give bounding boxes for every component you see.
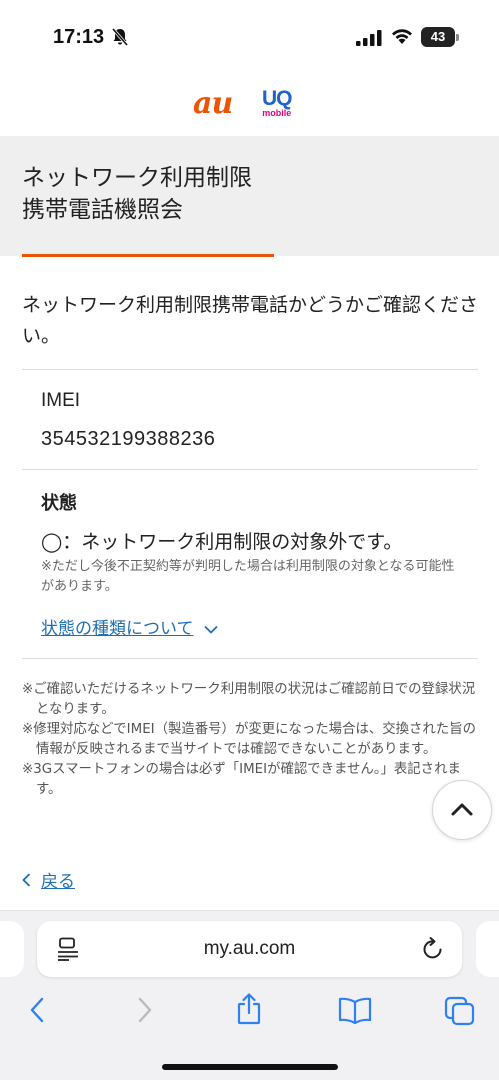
- note-item: ※ご確認いただけるネットワーク利用制限の状況はご確認前日での登録状況となります。: [22, 682, 476, 717]
- note-item: ※3Gスマートフォンの場合は必ず「IMEIが確認できません。」表記されます。: [22, 762, 461, 797]
- title-accent-underline: [22, 254, 274, 257]
- page-title-line1: ネットワーク利用制限: [22, 165, 252, 191]
- battery-icon: 43: [421, 27, 459, 47]
- chevron-down-icon: [203, 619, 218, 639]
- imei-label: IMEI: [41, 390, 81, 411]
- chevron-left-icon: [22, 872, 31, 892]
- bookmarks-icon[interactable]: [338, 996, 372, 1028]
- signal-icon: [356, 30, 382, 50]
- uq-logo-text: UQ: [262, 87, 292, 110]
- status-note: ※ただし今後不正契約等が判明した場合は利用制限の対象となる可能性があります。: [41, 559, 455, 594]
- back-icon[interactable]: [28, 996, 46, 1028]
- status-types-link-label: 状態の種類について: [41, 619, 194, 639]
- url-text: my.au.com: [203, 938, 296, 959]
- next-tab-edge[interactable]: [476, 921, 499, 977]
- share-icon[interactable]: [235, 993, 263, 1029]
- note-item: ※修理対応などでIMEI（製造番号）が変更になった場合は、交換された旨の情報が反…: [22, 722, 476, 757]
- status-label: 状態: [41, 493, 77, 514]
- uq-logo-subtext: mobile: [262, 108, 292, 118]
- au-logo: au: [193, 86, 233, 121]
- previous-tab-edge[interactable]: [0, 921, 24, 977]
- page-title-line2: 携帯電話機照会: [22, 197, 183, 223]
- wifi-icon: [390, 27, 414, 49]
- tabs-icon[interactable]: [444, 996, 476, 1030]
- status-bar: 17:13 43: [0, 0, 499, 72]
- back-link-label: 戻る: [41, 872, 75, 892]
- browser-toolbar: my.au.com: [0, 910, 499, 1080]
- uq-mobile-logo: UQ mobile: [262, 87, 292, 119]
- forward-icon[interactable]: [136, 996, 154, 1028]
- status-time: 17:13: [53, 26, 105, 48]
- bell-slash-icon: [111, 28, 129, 50]
- scroll-to-top-button[interactable]: [432, 780, 492, 840]
- page-title-block: ネットワーク利用制限 携帯電話機照会: [0, 136, 499, 256]
- page-title: ネットワーク利用制限 携帯電話機照会: [22, 162, 252, 226]
- chevron-up-icon: [451, 801, 473, 820]
- home-indicator: [162, 1064, 338, 1070]
- divider: [22, 369, 478, 370]
- status-result: ◯：ネットワーク利用制限の対象外です。: [41, 531, 403, 553]
- reload-icon[interactable]: [422, 936, 444, 964]
- divider: [22, 469, 478, 470]
- imei-value: 354532199388236: [41, 428, 216, 450]
- divider: [22, 658, 478, 659]
- notes-list: ※ご確認いただけるネットワーク利用制限の状況はご確認前日での登録状況となります。…: [22, 680, 478, 800]
- back-link[interactable]: 戻る: [22, 867, 75, 892]
- status-types-link[interactable]: 状態の種類について: [41, 614, 218, 639]
- intro-text: ネットワーク利用制限携帯電話かどうかご確認ください。: [22, 294, 479, 347]
- address-bar[interactable]: my.au.com: [37, 921, 462, 977]
- brand-logos: au UQ mobile: [0, 80, 499, 134]
